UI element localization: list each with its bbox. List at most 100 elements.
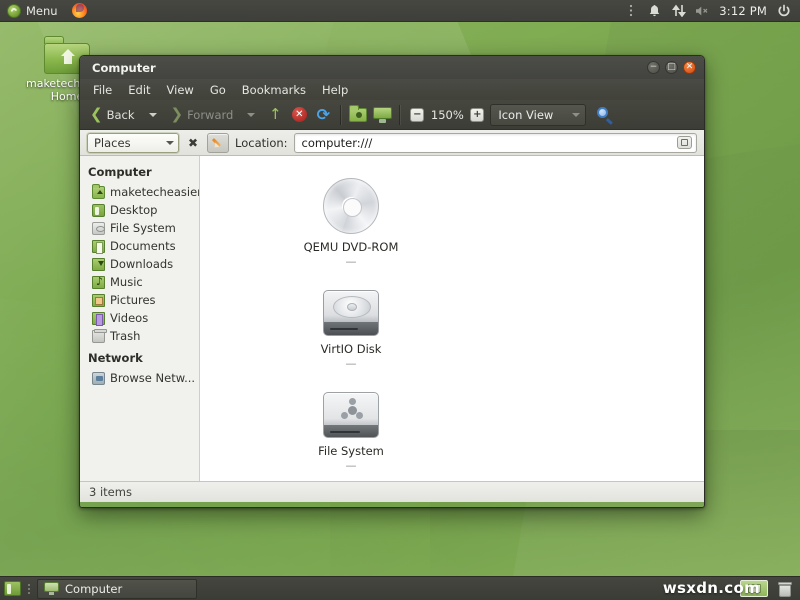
location-label: Location: [235,136,288,150]
window-titlebar[interactable]: Computer − □ ✕ [80,56,704,79]
arrow-up-icon[interactable]: ↑ [264,104,286,126]
file-item-virtio-disk[interactable]: VirtIO Disk — [226,282,476,384]
menubar: File Edit View Go Bookmarks Help [80,79,704,100]
places-select[interactable]: Places [87,133,179,153]
location-input-value: computer:/// [302,136,373,150]
menu-button[interactable]: Menu [0,0,65,22]
clock[interactable]: 3:12 PM [719,4,767,18]
desktop-icon [92,204,105,217]
chevron-left-icon: ❮ [90,107,103,122]
system-tray: 3:12 PM [623,3,800,18]
forward-button[interactable]: ❯ Forward [166,103,239,127]
sidebar-item-documents[interactable]: Documents [80,237,199,255]
file-item-qemu-dvd-rom[interactable]: QEMU DVD-ROM — [226,170,476,282]
minimize-button[interactable]: − [647,61,660,74]
back-button-label: Back [107,108,135,122]
sidebar-item-trash[interactable]: Trash [80,327,199,345]
sidebar-item-label: Pictures [110,293,156,307]
sidebar-item-label: Downloads [110,257,173,271]
sidebar-item-file-system[interactable]: File System [80,219,199,237]
power-icon[interactable] [776,3,791,18]
menu-edit[interactable]: Edit [121,81,157,99]
bell-icon[interactable] [647,3,662,18]
network-icon [92,372,105,385]
menu-view[interactable]: View [160,81,201,99]
sidebar-item-pictures[interactable]: Pictures [80,291,199,309]
folder-icon[interactable] [347,104,369,126]
documents-folder-icon [92,240,105,253]
firefox-launcher[interactable] [65,0,94,22]
forward-button-label: Forward [187,108,233,122]
clear-entry-icon[interactable] [677,136,692,149]
sidebar-item-label: Videos [110,311,148,325]
reload-icon[interactable]: ⟳ [312,104,334,126]
sidebar-item-desktop[interactable]: Desktop [80,201,199,219]
sidebar-item-videos[interactable]: Videos [80,309,199,327]
close-button[interactable]: ✕ [683,61,696,74]
file-manager-window: Computer − □ ✕ File Edit View Go Bookmar… [79,55,705,508]
maximize-button[interactable]: □ [665,61,678,74]
disk-icon [92,222,105,235]
top-panel: Menu 3:12 PM [0,0,800,22]
computer-monitor-icon[interactable] [371,104,393,126]
location-input[interactable]: computer:/// [294,133,697,153]
hard-drive-icon [323,290,379,336]
file-item-sublabel: — [226,357,476,370]
zoom-in-button[interactable]: + [466,104,488,126]
menu-button-label: Menu [26,4,58,18]
grip-dots-icon[interactable] [623,3,638,18]
status-bar-text: 3 items [89,485,132,499]
sidebar-item-label: Trash [110,329,140,343]
forward-history-dropdown[interactable] [240,104,262,126]
taskbar-item-label: Computer [65,582,122,596]
sidebar-section-computer: Computer [80,162,199,183]
chevron-right-icon: ❯ [171,107,184,122]
panel-separator [25,584,33,594]
zoom-level: 150% [430,108,464,122]
search-icon[interactable] [594,104,616,126]
view-mode-select[interactable]: Icon View [490,104,586,126]
toolbar: ❮ Back ❯ Forward ↑ ✕ ⟳ − 150% + Icon Vie… [80,100,704,130]
view-mode-value: Icon View [498,108,553,122]
pictures-folder-icon [92,294,105,307]
location-bar: Places ✖ Location: computer:/// [80,130,704,156]
places-sidebar: Computer maketecheasier Desktop File Sys… [80,156,200,481]
ubuntu-drive-icon [323,392,379,438]
sidebar-item-label: Desktop [110,203,157,217]
zoom-out-button[interactable]: − [406,104,428,126]
file-view[interactable]: QEMU DVD-ROM — VirtIO Disk — [200,156,704,481]
window-title: Computer [92,61,156,75]
menu-bookmarks[interactable]: Bookmarks [235,81,313,99]
downloads-folder-icon [92,258,105,271]
optical-disc-icon [323,178,379,234]
file-item-label: QEMU DVD-ROM [226,240,476,254]
sidebar-item-browse-network[interactable]: Browse Netw... [80,369,199,387]
sidebar-item-maketecheasier[interactable]: maketecheasier [80,183,199,201]
trash-icon[interactable] [778,581,792,597]
menu-file[interactable]: File [86,81,119,99]
network-up-down-icon[interactable] [671,3,686,18]
file-item-sublabel: — [226,255,476,268]
menu-go[interactable]: Go [203,81,233,99]
videos-folder-icon [92,312,105,325]
back-button[interactable]: ❮ Back [85,103,140,127]
taskbar-item-computer[interactable]: Computer [37,579,197,599]
watermark: wsxdn.com [663,579,760,597]
file-item-file-system[interactable]: File System — [226,384,476,486]
pencil-icon[interactable] [207,133,229,153]
speaker-muted-icon[interactable] [695,3,710,18]
sidebar-section-network: Network [80,345,199,369]
file-item-label: File System [226,444,476,458]
show-desktop-icon[interactable] [4,581,21,596]
close-sidebar-icon[interactable]: ✖ [185,136,201,150]
menu-help[interactable]: Help [315,81,355,99]
sidebar-item-label: Music [110,275,143,289]
stop-icon[interactable]: ✕ [288,104,310,126]
sidebar-item-downloads[interactable]: Downloads [80,255,199,273]
sidebar-item-music[interactable]: Music [80,273,199,291]
window-body: Computer maketecheasier Desktop File Sys… [80,156,704,481]
home-folder-icon [92,186,105,199]
places-select-value: Places [94,136,131,150]
sidebar-item-label: Browse Netw... [110,371,195,385]
back-history-dropdown[interactable] [142,104,164,126]
